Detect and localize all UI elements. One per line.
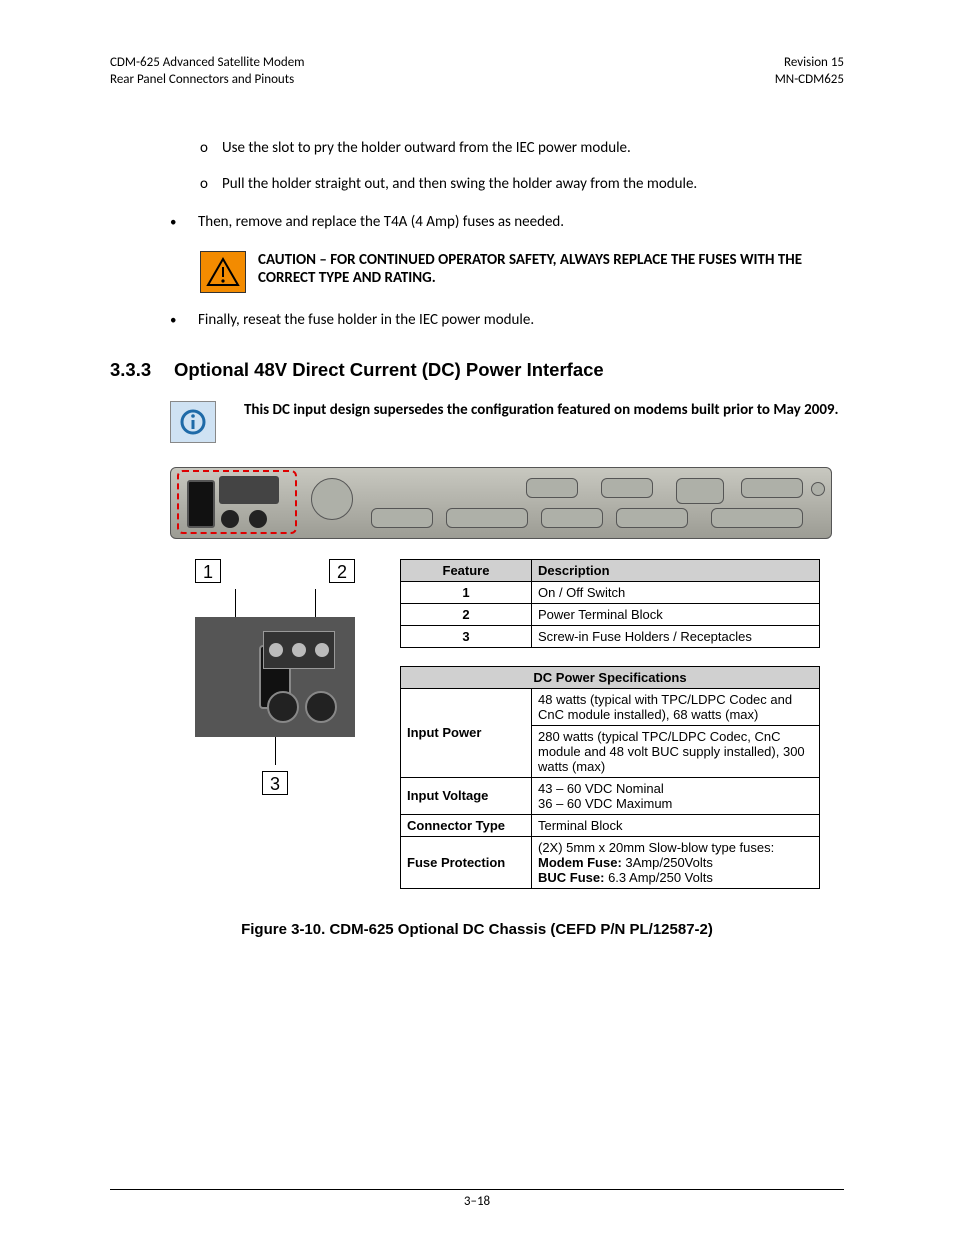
tables-column: Feature Description 1 On / Off Switch 2 … [400,559,844,907]
feature-cell: 3 [401,625,532,647]
leader-line [235,589,236,617]
description-header: Description [532,559,820,581]
connector [811,482,825,496]
page-footer: 3–18 [110,1189,844,1209]
page-header: CDM-625 Advanced Satellite Modem Rear Pa… [110,55,844,89]
fuse-holder [267,691,299,723]
connector [311,478,353,520]
desc-cell: On / Off Switch [532,581,820,603]
connector [446,508,528,528]
spec-table: DC Power Specifications Input Power 48 w… [400,666,820,889]
page-number: 3–18 [464,1194,490,1209]
section-number: 3.3.3 [110,359,174,381]
subbullet-text: Use the slot to pry the holder outward f… [222,139,631,157]
bullet-list: • Finally, reseat the fuse holder in the… [170,311,844,331]
table-row: 1 On / Off Switch [401,581,820,603]
feature-table: Feature Description 1 On / Off Switch 2 … [400,559,820,648]
connector [526,478,578,498]
disc-bullet-marker: • [170,213,198,233]
header-docnum: MN-CDM625 [775,72,844,89]
spec-value-cell: 48 watts (typical with TPC/LDPC Codec an… [532,688,820,725]
connector [371,508,433,528]
callout-box-2: 2 [329,559,355,583]
header-subtitle: Rear Panel Connectors and Pinouts [110,72,305,89]
table-row: Fuse Protection (2X) 5mm x 20mm Slow-blo… [401,836,820,888]
callout-box-1: 1 [195,559,221,583]
circle-bullet-marker: o [200,175,222,193]
bullet-text: Then, remove and replace the T4A (4 Amp)… [198,213,564,233]
figure-caption: Figure 3-10. CDM-625 Optional DC Chassis… [110,921,844,938]
terminal-block [219,476,279,504]
subbullet-text: Pull the holder straight out, and then s… [222,175,697,193]
leader-line [315,589,316,617]
spec-label-cell: Input Voltage [401,777,532,814]
desc-cell: Power Terminal Block [532,603,820,625]
table-row: 3 Screw-in Fuse Holders / Receptacles [401,625,820,647]
table-row: Input Voltage 43 – 60 VDC Nominal 36 – 6… [401,777,820,814]
connector [711,508,803,528]
warning-icon [200,251,246,293]
section-heading: 3.3.3 Optional 48V Direct Current (DC) P… [110,359,844,381]
figure-with-tables: 1 2 3 [170,559,844,907]
fuse-holders [221,510,239,528]
feature-header: Feature [401,559,532,581]
desc-cell: Screw-in Fuse Holders / Receptacles [532,625,820,647]
spec-value-cell: (2X) 5mm x 20mm Slow-blow type fuses: Mo… [532,836,820,888]
bullet-list: • Then, remove and replace the T4A (4 Am… [170,213,844,233]
spec-value-cell: 280 watts (typical TPC/LDPC Codec, CnC m… [532,725,820,777]
section-title: Optional 48V Direct Current (DC) Power I… [174,359,604,381]
circle-bullet-marker: o [200,139,222,157]
header-revision: Revision 15 [775,55,844,72]
on-off-switch [187,480,215,528]
connector [676,478,724,504]
spec-label-cell: Connector Type [401,814,532,836]
feature-cell: 2 [401,603,532,625]
spec-value-cell: Terminal Block [532,814,820,836]
spec-label-cell: Fuse Protection [401,836,532,888]
terminal-block [263,631,335,669]
caution-text: CAUTION – FOR CONTINUED OPERATOR SAFETY,… [258,251,844,287]
header-product: CDM-625 Advanced Satellite Modem [110,55,305,72]
spec-value-cell: 43 – 60 VDC Nominal 36 – 60 VDC Maximum [532,777,820,814]
table-row: 2 Power Terminal Block [401,603,820,625]
dc-power-module-photo [195,617,355,737]
table-row: Connector Type Terminal Block [401,814,820,836]
callout-box-3: 3 [262,771,288,795]
connector [741,478,803,498]
callout-diagram: 1 2 3 [170,559,380,795]
connector [541,508,603,528]
connector [616,508,688,528]
fuse-holder [305,691,337,723]
spec-label-cell: Input Power [401,688,532,777]
info-note-block: This DC input design supersedes the conf… [170,401,844,443]
connector [601,478,653,498]
leader-line [275,737,276,765]
disc-bullet-marker: • [170,311,198,331]
info-icon [170,401,216,443]
caution-block: CAUTION – FOR CONTINUED OPERATOR SAFETY,… [200,251,844,293]
spec-title: DC Power Specifications [401,666,820,688]
sub-bullet-list: o Use the slot to pry the holder outward… [200,139,844,193]
info-note-text: This DC input design supersedes the conf… [244,401,839,419]
table-row: Input Power 48 watts (typical with TPC/L… [401,688,820,725]
rear-panel-photo [170,467,832,539]
feature-cell: 1 [401,581,532,603]
bullet-text: Finally, reseat the fuse holder in the I… [198,311,534,331]
